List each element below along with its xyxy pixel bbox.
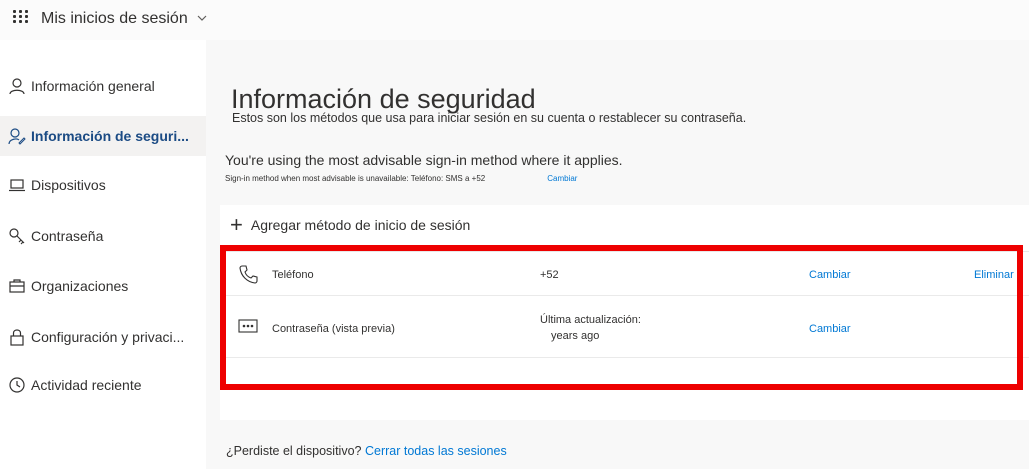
divider	[220, 357, 1029, 358]
page-subtitle: Estos son los métodos que usa para inici…	[232, 111, 747, 125]
advisable-detail-text: Sign-in method when most advisable is un…	[225, 174, 486, 183]
sidebar-item-label: Actividad reciente	[31, 377, 142, 393]
sidebar-item-settings-privacy[interactable]: Configuración y privaci...	[0, 317, 206, 357]
methods-card: + Agregar método de inicio de sesión Tel…	[220, 205, 1029, 420]
advisable-detail: Sign-in method when most advisable is un…	[225, 174, 577, 183]
sidebar-item-security-info[interactable]: Información de seguri...	[0, 116, 206, 156]
lost-device-question: ¿Perdiste el dispositivo?	[226, 444, 362, 458]
phone-icon	[239, 265, 258, 284]
plus-icon: +	[230, 212, 243, 237]
sidebar-item-label: Organizaciones	[31, 278, 129, 294]
method-name: Contraseña (vista previa)	[272, 323, 395, 335]
sidebar-item-label: Configuración y privaci...	[31, 329, 185, 345]
method-name: Teléfono	[272, 269, 314, 281]
lock-icon	[10, 329, 24, 346]
chevron-down-icon[interactable]	[196, 12, 208, 24]
sidebar-item-label: Información general	[31, 78, 155, 94]
main-content: Información de seguridad Estos son los m…	[206, 40, 1029, 469]
divider	[220, 295, 1029, 296]
person-icon	[9, 78, 25, 95]
laptop-icon	[9, 179, 25, 192]
change-phone-link[interactable]: Cambiar	[809, 269, 851, 281]
sidebar-item-label: Información de seguri...	[31, 128, 189, 144]
sidebar-item-devices[interactable]: Dispositivos	[0, 165, 206, 205]
add-method-button[interactable]: + Agregar método de inicio de sesión	[230, 212, 471, 237]
sidebar-item-recent-activity[interactable]: Actividad reciente	[0, 365, 206, 405]
sidebar-item-label: Dispositivos	[31, 177, 106, 193]
advisable-message: You're using the most advisable sign-in …	[225, 152, 623, 168]
sidebar-item-password[interactable]: Contraseña	[0, 216, 206, 256]
method-value: +52	[540, 269, 559, 281]
top-bar: Mis inicios de sesión	[0, 0, 1029, 40]
app-title[interactable]: Mis inicios de sesión	[41, 10, 188, 28]
password-icon	[238, 319, 258, 333]
sidebar-item-organizations[interactable]: Organizaciones	[0, 266, 206, 306]
history-icon	[9, 377, 25, 393]
sign-out-everywhere-link[interactable]: Cerrar todas las sesiones	[365, 444, 507, 458]
change-password-link[interactable]: Cambiar	[809, 323, 851, 335]
sidebar-item-label: Contraseña	[31, 228, 104, 244]
add-method-label: Agregar método de inicio de sesión	[250, 217, 471, 233]
security-info-icon	[8, 128, 26, 145]
method-last-updated-value: years ago	[551, 330, 600, 342]
advisable-change-link[interactable]: Cambiar	[547, 174, 577, 183]
method-row-password: Contraseña (vista previa) Última actuali…	[220, 302, 1029, 352]
briefcase-icon	[9, 279, 25, 293]
footer: ¿Perdiste el dispositivo? Cerrar todas l…	[226, 444, 507, 458]
sidebar: Información general Información de segur…	[0, 40, 206, 469]
waffle-icon[interactable]	[13, 10, 29, 24]
method-last-updated-label: Última actualización:	[540, 314, 641, 326]
sidebar-item-overview[interactable]: Información general	[0, 66, 206, 106]
key-icon	[9, 228, 25, 245]
delete-phone-link[interactable]: Eliminar	[974, 269, 1014, 281]
